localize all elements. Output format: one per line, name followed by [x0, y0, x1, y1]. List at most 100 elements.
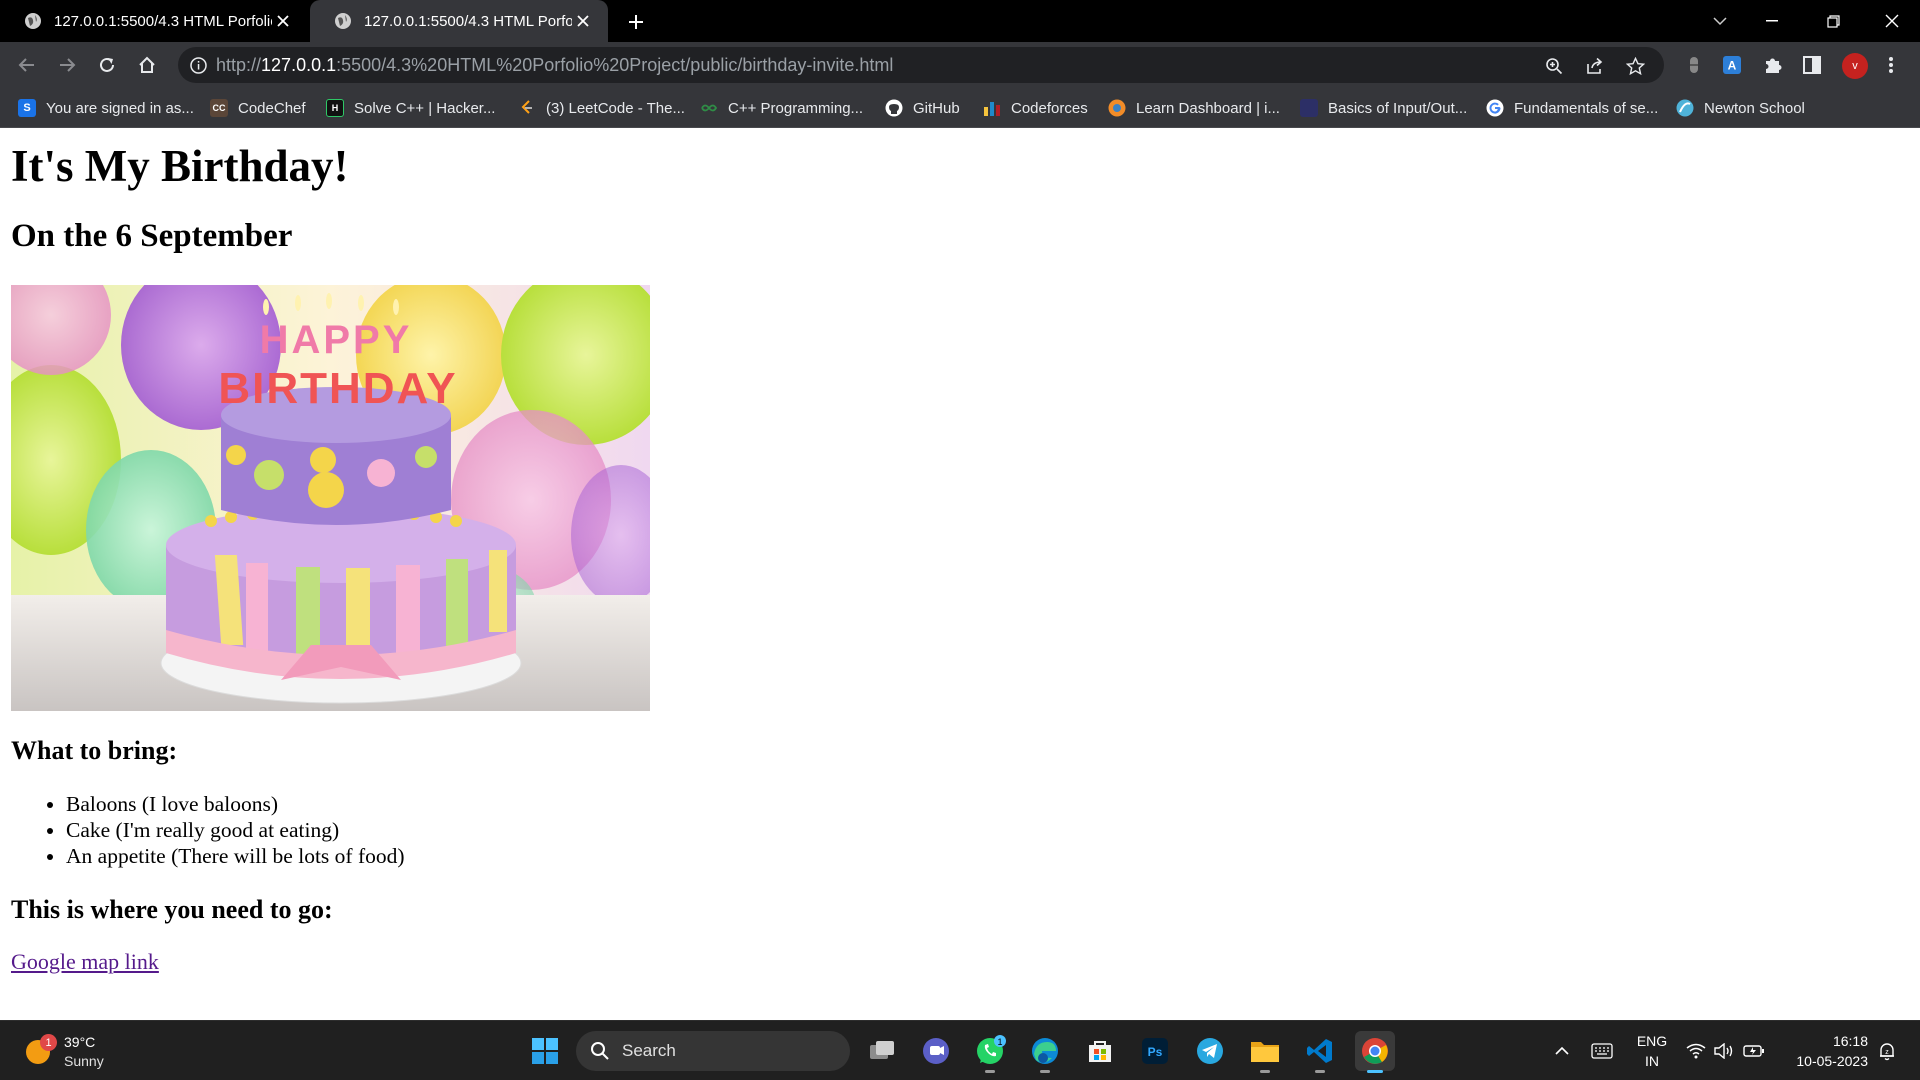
- input-language-indicator[interactable]: ENG IN: [1632, 1031, 1672, 1071]
- teams-chat-icon: [923, 1038, 949, 1064]
- side-panel-icon[interactable]: [1800, 53, 1824, 77]
- home-button[interactable]: [133, 51, 161, 79]
- show-hidden-icons-button[interactable]: [1550, 1021, 1574, 1080]
- list-item: An appetite (There will be lots of food): [66, 843, 405, 869]
- location-heading: This is where you need to go:: [11, 895, 333, 924]
- zoom-icon[interactable]: [1543, 55, 1565, 77]
- notification-badge: 1: [40, 1034, 57, 1051]
- close-icon: [1885, 14, 1899, 28]
- ms-store-icon: [1089, 1041, 1111, 1062]
- search-icon: [591, 1042, 609, 1060]
- folder-icon: [1251, 1042, 1279, 1062]
- taskbar-search[interactable]: Search: [576, 1031, 850, 1071]
- wifi-status[interactable]: [1684, 1021, 1708, 1080]
- extensions-puzzle-icon[interactable]: [1761, 53, 1785, 77]
- file-explorer-button[interactable]: [1245, 1031, 1285, 1073]
- vscode-button[interactable]: [1300, 1031, 1340, 1073]
- hackerearth-icon: [1300, 99, 1318, 117]
- photoshop-button[interactable]: Ps: [1135, 1031, 1175, 1071]
- hackerrank-icon: H: [326, 99, 344, 117]
- bring-list: Baloons (I love baloons) Cake (I'm reall…: [66, 791, 405, 869]
- bookmark-signed-in[interactable]: S You are signed in as...: [18, 88, 194, 128]
- start-button[interactable]: [525, 1031, 565, 1071]
- task-view-button[interactable]: [862, 1031, 902, 1071]
- bookmark-learn-dashboard[interactable]: Learn Dashboard | i...: [1108, 88, 1280, 128]
- chrome-icon: [1362, 1038, 1388, 1064]
- keyboard-icon: [1591, 1043, 1613, 1059]
- page-title: It's My Birthday!: [11, 141, 349, 191]
- running-indicator: [1040, 1070, 1050, 1073]
- new-tab-button[interactable]: [622, 8, 650, 36]
- s-icon: S: [18, 99, 36, 117]
- bookmark-label: Solve C++ | Hacker...: [354, 99, 496, 117]
- bookmark-label: You are signed in as...: [46, 99, 194, 117]
- telegram-button[interactable]: [1190, 1031, 1230, 1071]
- battery-status[interactable]: [1740, 1021, 1768, 1080]
- notifications-button[interactable]: z: [1872, 1021, 1902, 1080]
- tab-1[interactable]: 127.0.0.1:5500/4.3 HTML Porfolio Project: [0, 0, 308, 42]
- bookmark-label: (3) LeetCode - The...: [546, 99, 685, 117]
- address-bar[interactable]: http://127.0.0.1:5500/4.3%20HTML%20Porfo…: [178, 47, 1664, 83]
- tab-search-button[interactable]: [1700, 0, 1740, 42]
- bookmark-hackerrank[interactable]: H Solve C++ | Hacker...: [326, 88, 495, 128]
- battery-charging-icon: [1743, 1045, 1764, 1057]
- edge-browser-icon: [1032, 1038, 1058, 1064]
- whatsapp-badge: 1: [997, 1037, 1002, 1047]
- arrow-right-icon: [60, 58, 76, 72]
- windows-taskbar: 1 39°C Sunny Search 1 Ps ENG IN 16:18 10…: [0, 1020, 1920, 1080]
- reload-button[interactable]: [93, 51, 121, 79]
- bookmark-label: Learn Dashboard | i...: [1136, 99, 1280, 117]
- learn-icon: [1108, 99, 1126, 117]
- reload-icon: [100, 57, 114, 72]
- whatsapp-button[interactable]: 1: [970, 1031, 1010, 1073]
- edge-button[interactable]: [1025, 1031, 1065, 1073]
- teams-chat-button[interactable]: [916, 1031, 956, 1071]
- close-window-button[interactable]: [1872, 0, 1912, 42]
- translate-extension-icon[interactable]: A: [1720, 53, 1744, 77]
- restore-icon: [1826, 14, 1840, 28]
- back-button[interactable]: [13, 51, 41, 79]
- volume-status[interactable]: [1712, 1021, 1736, 1080]
- codeforces-icon: [984, 102, 1000, 116]
- share-icon[interactable]: [1584, 55, 1606, 77]
- search-label: Search: [622, 1041, 676, 1060]
- arrow-left-icon: [18, 58, 34, 72]
- bookmark-github[interactable]: GitHub: [885, 88, 960, 128]
- restore-button[interactable]: [1813, 0, 1853, 42]
- profile-avatar[interactable]: v: [1842, 53, 1868, 79]
- chrome-button[interactable]: [1355, 1031, 1395, 1073]
- bookmark-codeforces[interactable]: Codeforces: [983, 88, 1088, 128]
- weather-widget[interactable]: 1 39°C Sunny: [26, 1032, 146, 1072]
- extension-icon[interactable]: [1682, 53, 1706, 77]
- url-path: :5500/4.3%20HTML%20Porfolio%20Project/pu…: [336, 55, 894, 75]
- telegram-icon: [1197, 1038, 1223, 1064]
- forward-button[interactable]: [53, 51, 81, 79]
- page-subtitle: On the 6 September: [11, 218, 293, 254]
- touch-keyboard-button[interactable]: [1588, 1021, 1616, 1080]
- close-tab-icon[interactable]: [272, 10, 294, 32]
- tab-strip: 127.0.0.1:5500/4.3 HTML Porfolio Project…: [0, 0, 1920, 42]
- bookmark-leetcode[interactable]: (3) LeetCode - The...: [518, 88, 685, 128]
- clock-date: 10-05-2023: [1796, 1053, 1868, 1069]
- url-text[interactable]: http://127.0.0.1:5500/4.3%20HTML%20Porfo…: [216, 47, 893, 83]
- close-tab-icon[interactable]: [572, 10, 594, 32]
- menu-kebab-icon[interactable]: [1879, 53, 1903, 77]
- list-item: Cake (I'm really good at eating): [66, 817, 405, 843]
- bookmark-star-icon[interactable]: [1624, 55, 1646, 77]
- chevron-up-icon: [1555, 1046, 1569, 1055]
- tab-2-active[interactable]: 127.0.0.1:5500/4.3 HTML Porfolio Project: [310, 0, 608, 42]
- ms-store-button[interactable]: [1080, 1031, 1120, 1071]
- google-map-link[interactable]: Google map link: [11, 949, 159, 975]
- bookmark-gfg[interactable]: C++ Programming...: [700, 88, 863, 128]
- bookmark-newton-school[interactable]: Newton School: [1676, 88, 1805, 128]
- bookmark-codechef[interactable]: CC CodeChef: [210, 88, 306, 128]
- site-info-icon[interactable]: [188, 55, 208, 75]
- notification-bell-icon: z: [1880, 1043, 1894, 1061]
- minimize-button[interactable]: [1752, 0, 1792, 42]
- bookmark-basics-io[interactable]: Basics of Input/Out...: [1300, 88, 1467, 128]
- system-clock[interactable]: 16:18 10-05-2023: [1782, 1031, 1868, 1071]
- bookmark-fundamentals[interactable]: Fundamentals of se...: [1486, 88, 1658, 128]
- plus-icon: [629, 15, 643, 29]
- windows-logo-icon: [532, 1038, 558, 1064]
- home-icon: [139, 56, 155, 73]
